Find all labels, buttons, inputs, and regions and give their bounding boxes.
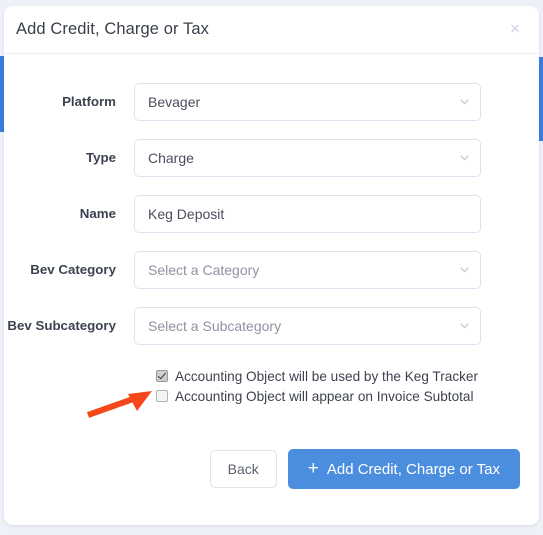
form-row-platform: Platform Bevager [4, 83, 539, 121]
dialog-footer: Back + Add Credit, Charge or Tax [4, 449, 539, 489]
add-credit-charge-tax-button-label: Add Credit, Charge or Tax [326, 460, 500, 478]
field-wrap-type: Charge [134, 139, 481, 177]
field-wrap-bev-subcategory: Select a Subcategory [134, 307, 481, 345]
platform-select[interactable]: Bevager [134, 83, 481, 121]
bev-subcategory-select[interactable]: Select a Subcategory [134, 307, 481, 345]
plus-icon: + [307, 457, 319, 479]
form-row-type: Type Charge [4, 139, 539, 177]
dialog-title: Add Credit, Charge or Tax [16, 20, 209, 38]
add-credit-charge-tax-dialog: Add Credit, Charge or Tax × Platform Bev… [4, 6, 539, 525]
label-type: Type [85, 150, 116, 166]
field-wrap-platform: Bevager [134, 83, 481, 121]
label-bev-subcategory: Bev Subcategory [7, 318, 116, 334]
type-select[interactable]: Charge [134, 139, 481, 177]
keg-tracker-checkbox-label: Accounting Object will be used by the Ke… [175, 368, 478, 384]
label-name: Name [79, 206, 116, 222]
name-input[interactable]: Keg Deposit [134, 195, 481, 233]
keg-tracker-checkbox[interactable] [156, 370, 168, 382]
dialog-body: Platform Bevager Type Charge Name Keg De… [4, 83, 539, 489]
checkbox-row-keg-tracker: Accounting Object will be used by the Ke… [156, 367, 539, 385]
field-wrap-bev-category: Select a Category [134, 251, 481, 289]
label-platform: Platform [62, 94, 116, 110]
form-row-bev-category: Bev Category Select a Category [4, 251, 539, 289]
invoice-subtotal-checkbox[interactable] [156, 390, 168, 402]
accounting-object-options: Accounting Object will be used by the Ke… [4, 367, 539, 405]
form-row-bev-subcategory: Bev Subcategory Select a Subcategory [4, 307, 539, 345]
form-row-name: Name Keg Deposit [4, 195, 539, 233]
dialog-header: Add Credit, Charge or Tax × [4, 6, 539, 54]
invoice-subtotal-checkbox-label: Accounting Object will appear on Invoice… [175, 388, 474, 404]
checkbox-row-invoice-subtotal: Accounting Object will appear on Invoice… [156, 387, 539, 405]
close-icon[interactable]: × [504, 18, 526, 40]
field-wrap-name: Keg Deposit [134, 195, 481, 233]
label-bev-category: Bev Category [30, 262, 116, 278]
add-credit-charge-tax-button[interactable]: + Add Credit, Charge or Tax [287, 449, 520, 489]
back-button[interactable]: Back [209, 450, 277, 488]
bev-category-select[interactable]: Select a Category [134, 251, 481, 289]
